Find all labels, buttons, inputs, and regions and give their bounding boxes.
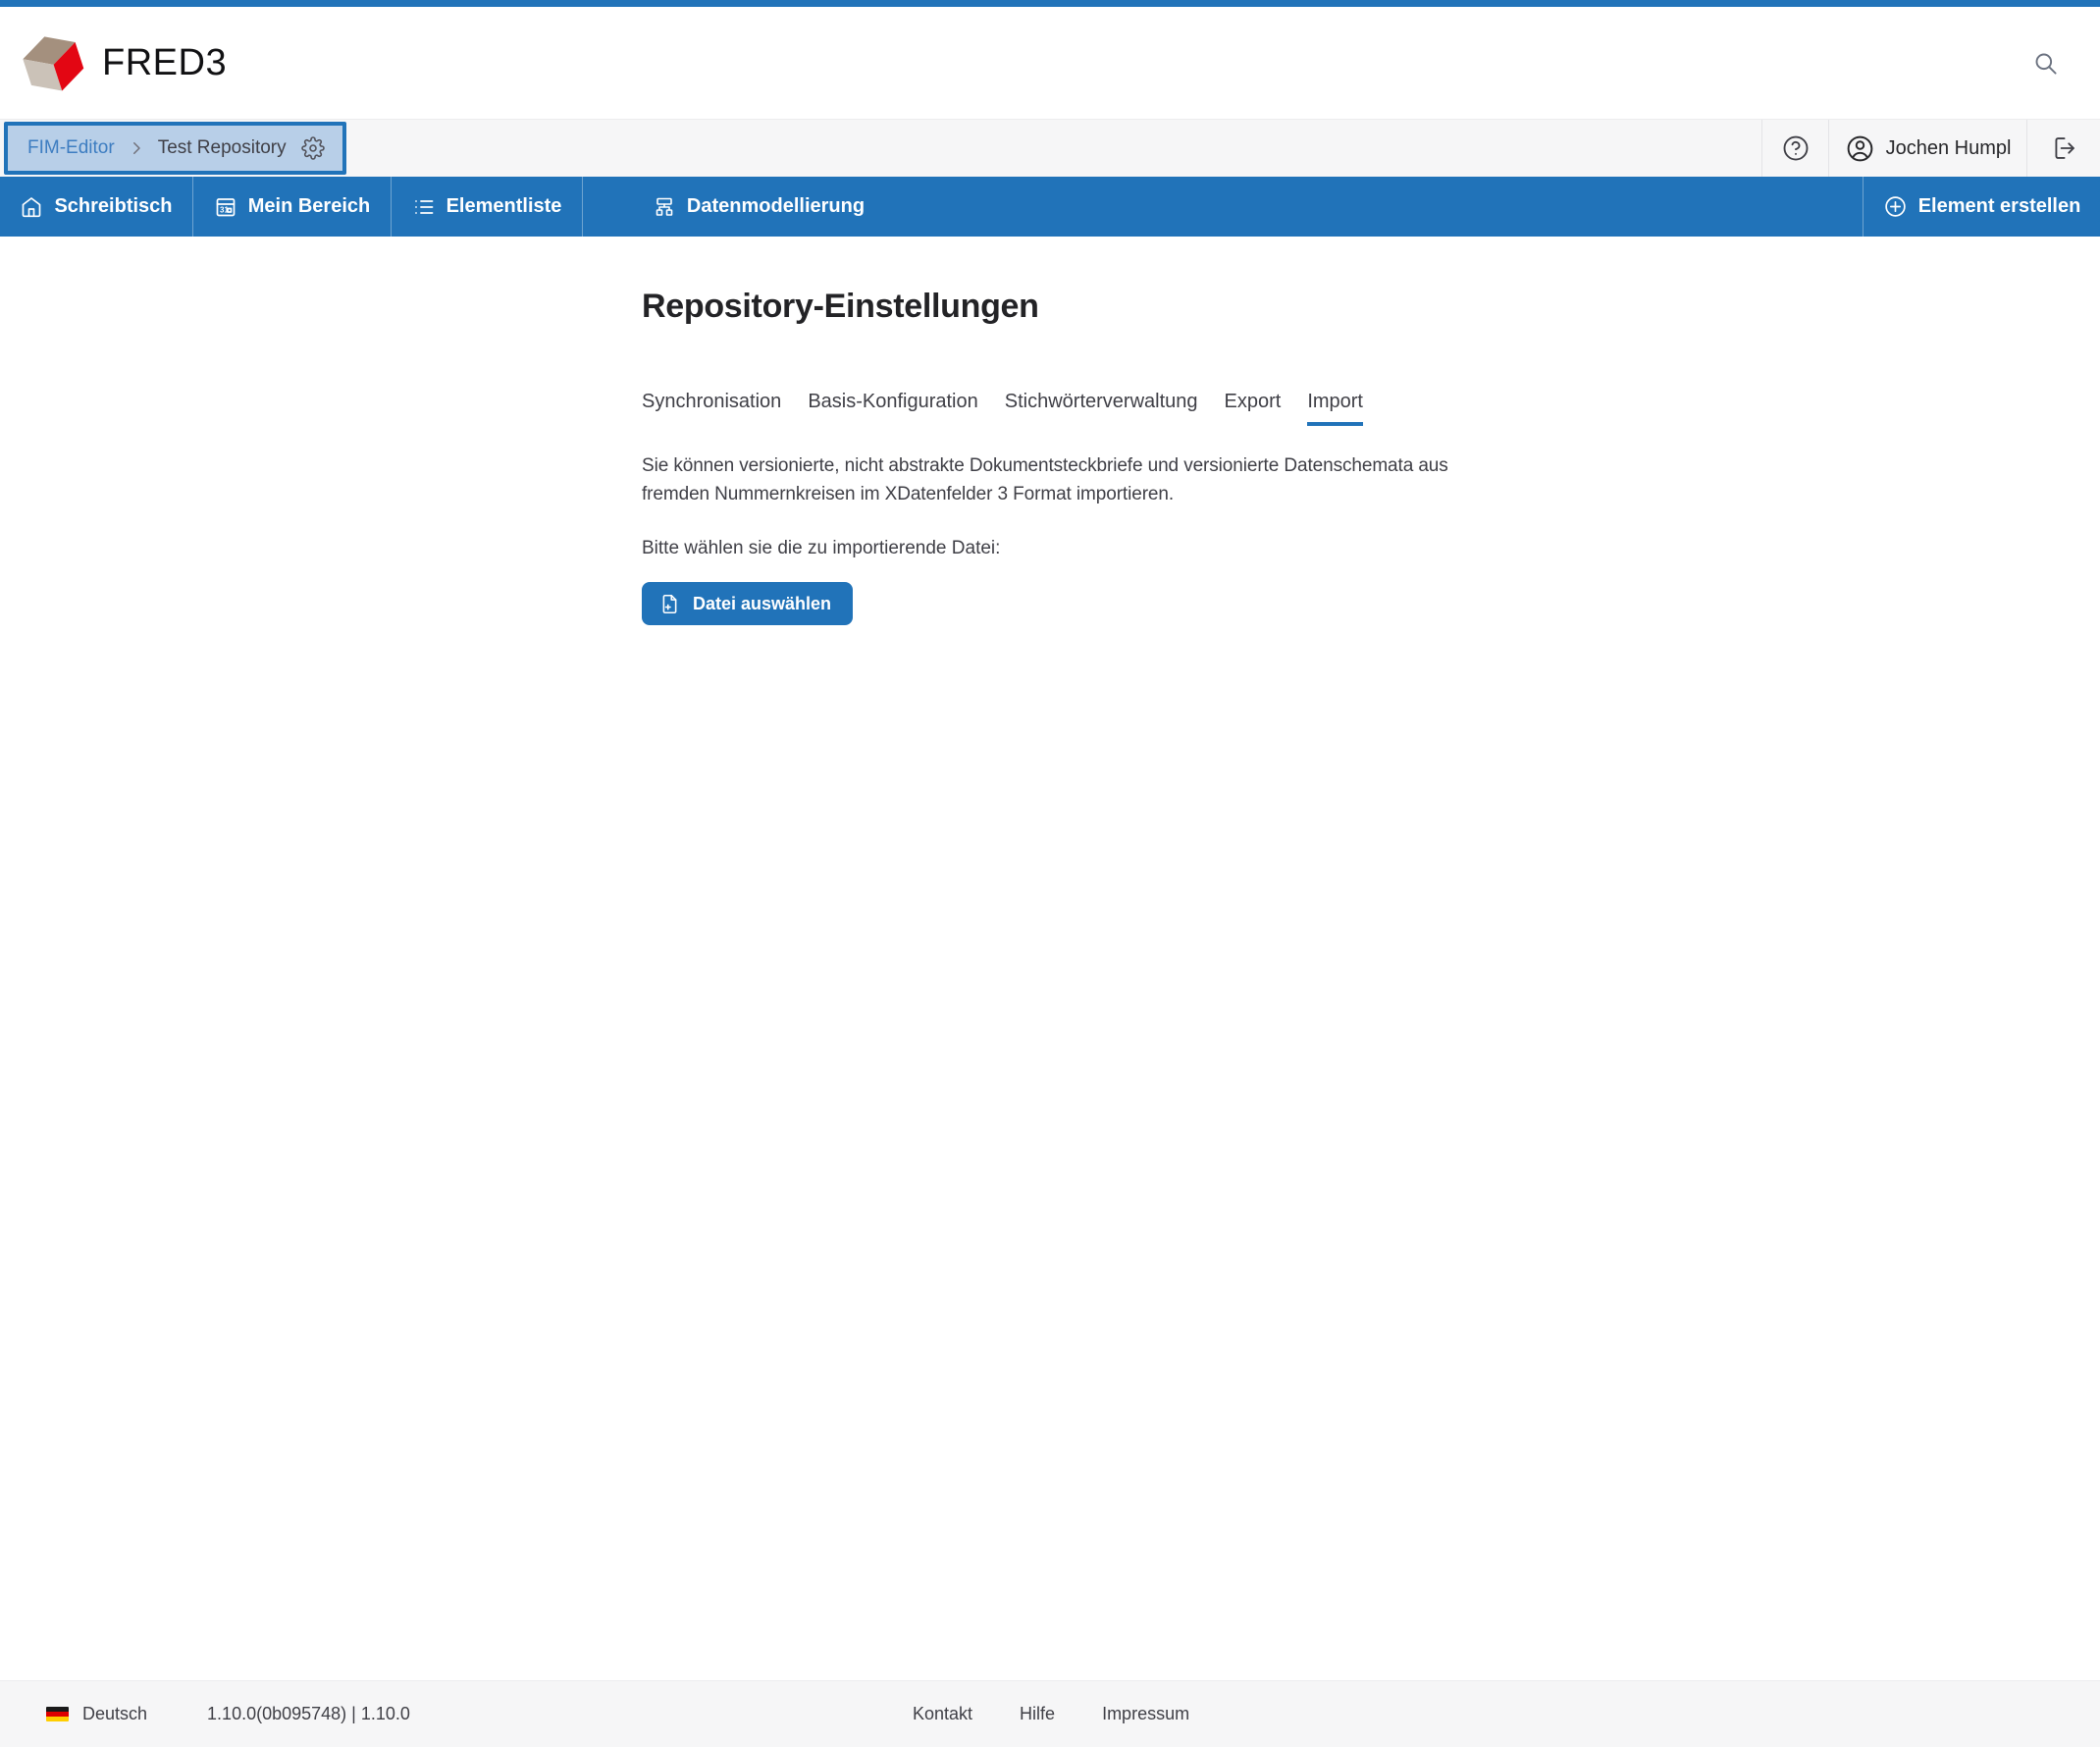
- choose-file-button[interactable]: Datei auswählen: [642, 582, 853, 625]
- create-element-button[interactable]: Element erstellen: [1864, 177, 2100, 237]
- breadcrumb[interactable]: FIM-Editor Test Repository: [4, 122, 346, 175]
- settings-tabs: Synchronisation Basis-Konfiguration Stic…: [642, 391, 2100, 426]
- nav-item-mein-bereich[interactable]: 31 Mein Bereich: [193, 177, 391, 237]
- page-title: Repository-Einstellungen: [642, 288, 2100, 326]
- user-menu[interactable]: Jochen Humpl: [1828, 120, 2026, 177]
- footer-link-kontakt[interactable]: Kontakt: [913, 1704, 972, 1724]
- tab-basis-konfiguration[interactable]: Basis-Konfiguration: [808, 391, 977, 426]
- create-element-label: Element erstellen: [1918, 195, 2081, 218]
- cube-logo-icon: [22, 32, 84, 93]
- breadcrumb-bar: FIM-Editor Test Repository: [0, 119, 2100, 177]
- calendar-icon: 31: [214, 195, 237, 219]
- logout-icon: [2050, 134, 2077, 162]
- file-select-prompt: Bitte wählen sie die zu importierende Da…: [642, 538, 2100, 559]
- choose-file-label: Datei auswählen: [693, 594, 831, 614]
- sitemap-icon: [653, 195, 676, 219]
- tab-export[interactable]: Export: [1225, 391, 1282, 426]
- home-icon: [20, 195, 43, 219]
- app-logo[interactable]: FRED3: [22, 32, 227, 93]
- main-nav: Schreibtisch 31 Mein Bereich Elementlist: [0, 177, 2100, 237]
- nav-item-elementliste[interactable]: Elementliste: [392, 177, 582, 237]
- breadcrumb-current-repository: Test Repository: [158, 137, 287, 159]
- user-name: Jochen Humpl: [1886, 137, 2012, 160]
- breadcrumb-link-fim-editor[interactable]: FIM-Editor: [27, 137, 115, 159]
- list-icon: [412, 195, 436, 219]
- app-header: FRED3: [0, 7, 2100, 119]
- search-icon[interactable]: [2025, 43, 2065, 82]
- tab-stichwoerterverwaltung[interactable]: Stichwörterverwaltung: [1005, 391, 1198, 426]
- footer-links: Kontakt Hilfe Impressum: [913, 1681, 1189, 1747]
- version-text: 1.10.0(0b095748) | 1.10.0: [207, 1704, 410, 1724]
- nav-label: Schreibtisch: [54, 195, 172, 218]
- app-title: FRED3: [102, 42, 227, 84]
- german-flag-icon: [46, 1707, 69, 1721]
- main-content: Repository-Einstellungen Synchronisation…: [0, 237, 2100, 625]
- tab-synchronisation[interactable]: Synchronisation: [642, 391, 781, 426]
- import-description: Sie können versionierte, nicht abstrakte…: [642, 451, 1476, 508]
- plus-circle-icon: [1883, 194, 1908, 219]
- tab-import[interactable]: Import: [1307, 391, 1363, 426]
- footer-link-hilfe[interactable]: Hilfe: [1020, 1704, 1055, 1724]
- nav-label: Datenmodellierung: [687, 195, 865, 218]
- help-icon: [1781, 133, 1811, 163]
- nav-item-datenmodellierung[interactable]: Datenmodellierung: [583, 177, 934, 237]
- nav-label: Mein Bereich: [248, 195, 370, 218]
- help-button[interactable]: [1761, 120, 1828, 177]
- top-accent-bar: [0, 0, 2100, 7]
- chevron-right-icon: [128, 139, 145, 157]
- app-page: FRED3 FIM-Editor Test Repository: [0, 0, 2100, 1747]
- language-label: Deutsch: [82, 1704, 147, 1724]
- user-icon: [1845, 133, 1875, 164]
- language-selector[interactable]: Deutsch: [46, 1704, 147, 1724]
- gear-icon[interactable]: [301, 136, 325, 160]
- footer-link-impressum[interactable]: Impressum: [1102, 1704, 1189, 1724]
- file-plus-icon: [659, 594, 680, 614]
- nav-label: Elementliste: [446, 195, 562, 218]
- nav-item-schreibtisch[interactable]: Schreibtisch: [0, 177, 192, 237]
- app-footer: Deutsch 1.10.0(0b095748) | 1.10.0 Kontak…: [0, 1680, 2100, 1747]
- logout-button[interactable]: [2026, 120, 2100, 177]
